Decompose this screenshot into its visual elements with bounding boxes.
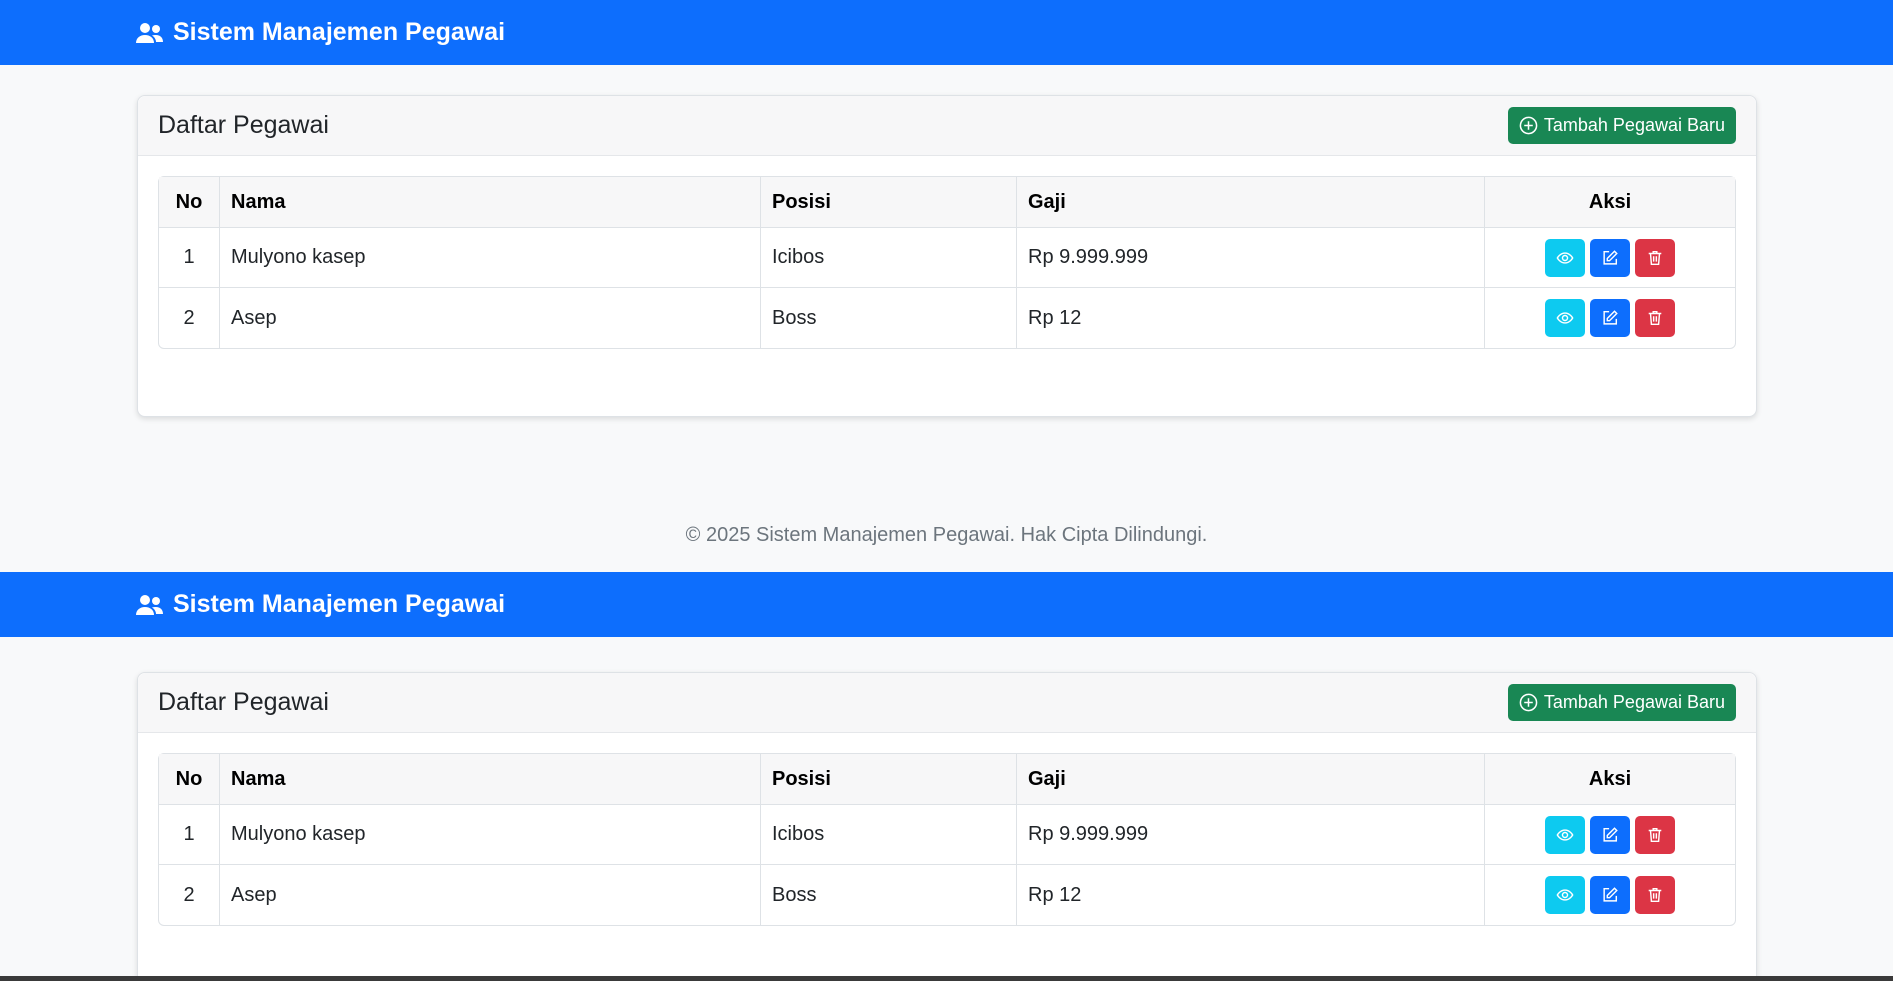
navbar-brand[interactable]: Sistem Manajemen Pegawai: [136, 18, 505, 47]
users-icon: [136, 22, 163, 44]
cell-no: 2: [159, 865, 220, 925]
delete-button[interactable]: [1635, 876, 1675, 914]
cell-nama: Mulyono kasep: [220, 805, 761, 865]
brand-title: Sistem Manajemen Pegawai: [173, 18, 506, 46]
header-no: No: [159, 754, 220, 805]
header-nama: Nama: [220, 754, 761, 805]
navbar: Sistem Manajemen Pegawai: [0, 572, 1893, 637]
edit-button[interactable]: [1590, 238, 1630, 277]
add-employee-label: Tambah Pegawai Baru: [1543, 115, 1725, 135]
cell-aksi: [1485, 865, 1735, 925]
edit-button[interactable]: [1590, 815, 1630, 854]
edit-icon: [1601, 249, 1619, 267]
navbar-brand[interactable]: Sistem Manajemen Pegawai: [136, 590, 505, 619]
window-bottom-edge: [0, 976, 1893, 981]
navbar: Sistem Manajemen Pegawai: [0, 0, 1893, 65]
cell-aksi: [1485, 805, 1735, 865]
employee-table: No Nama Posisi Gaji Aksi 1 Mulyono kasep…: [158, 176, 1736, 349]
table-wrapper: No Nama Posisi Gaji Aksi 1 Mulyono kasep…: [138, 733, 1756, 926]
brand-title: Sistem Manajemen Pegawai: [173, 590, 506, 618]
cell-posisi: Icibos: [761, 805, 1017, 865]
delete-button[interactable]: [1635, 815, 1675, 854]
cell-no: 1: [159, 228, 220, 288]
cell-gaji: Rp 12: [1017, 288, 1485, 348]
card-title: Daftar Pegawai: [158, 111, 329, 139]
header-no: No: [159, 177, 220, 228]
view-button[interactable]: [1545, 815, 1585, 854]
users-icon: [136, 594, 163, 616]
cell-posisi: Boss: [761, 288, 1017, 348]
edit-button[interactable]: [1590, 299, 1630, 337]
cell-gaji: Rp 12: [1017, 865, 1485, 925]
cell-aksi: [1485, 288, 1735, 348]
cell-nama: Asep: [220, 288, 761, 348]
cell-posisi: Icibos: [761, 228, 1017, 288]
employee-card: Daftar Pegawai Tambah Pegawai Baru No Na…: [137, 95, 1757, 417]
page-copy-top: Sistem Manajemen Pegawai Daftar Pegawai …: [0, 0, 1893, 572]
add-employee-label: Tambah Pegawai Baru: [1543, 692, 1725, 712]
plus-circle-icon: [1519, 693, 1538, 712]
add-employee-button[interactable]: Tambah Pegawai Baru: [1507, 107, 1736, 144]
eye-icon: [1556, 886, 1574, 904]
cell-posisi: Boss: [761, 865, 1017, 925]
delete-button[interactable]: [1635, 299, 1675, 337]
trash-icon: [1646, 826, 1664, 844]
cell-gaji: Rp 9.999.999: [1017, 805, 1485, 865]
eye-icon: [1556, 826, 1574, 844]
view-button[interactable]: [1545, 876, 1585, 914]
card-header: Daftar Pegawai Tambah Pegawai Baru: [138, 96, 1756, 156]
edit-button[interactable]: [1590, 876, 1630, 914]
view-button[interactable]: [1545, 299, 1585, 337]
header-aksi: Aksi: [1485, 177, 1735, 228]
cell-aksi: [1485, 228, 1735, 288]
eye-icon: [1556, 249, 1574, 267]
cell-nama: Asep: [220, 865, 761, 925]
page-copy-bottom: Sistem Manajemen Pegawai Daftar Pegawai …: [0, 572, 1893, 981]
plus-circle-icon: [1519, 116, 1538, 135]
trash-icon: [1646, 249, 1664, 267]
delete-button[interactable]: [1635, 238, 1675, 277]
header-gaji: Gaji: [1017, 177, 1485, 228]
table-wrapper: No Nama Posisi Gaji Aksi 1 Mulyono kasep…: [138, 156, 1756, 349]
card-header: Daftar Pegawai Tambah Pegawai Baru: [138, 673, 1756, 733]
trash-icon: [1646, 309, 1664, 327]
table-row: 1 Mulyono kasep Icibos Rp 9.999.999: [159, 228, 1735, 288]
table-header-row: No Nama Posisi Gaji Aksi: [159, 177, 1735, 228]
header-gaji: Gaji: [1017, 754, 1485, 805]
cell-nama: Mulyono kasep: [220, 228, 761, 288]
table-row: 2 Asep Boss Rp 12: [159, 865, 1735, 925]
add-employee-button[interactable]: Tambah Pegawai Baru: [1507, 684, 1736, 721]
footer-copyright: © 2025 Sistem Manajemen Pegawai. Hak Cip…: [685, 524, 1208, 546]
header-posisi: Posisi: [761, 754, 1017, 805]
eye-icon: [1556, 309, 1574, 327]
edit-icon: [1601, 886, 1619, 904]
trash-icon: [1646, 886, 1664, 904]
edit-icon: [1601, 309, 1619, 327]
table-row: 2 Asep Boss Rp 12: [159, 288, 1735, 348]
cell-gaji: Rp 9.999.999: [1017, 228, 1485, 288]
header-nama: Nama: [220, 177, 761, 228]
employee-table: No Nama Posisi Gaji Aksi 1 Mulyono kasep…: [158, 753, 1736, 926]
cell-no: 1: [159, 805, 220, 865]
cell-no: 2: [159, 288, 220, 348]
header-aksi: Aksi: [1485, 754, 1735, 805]
table-row: 1 Mulyono kasep Icibos Rp 9.999.999: [159, 805, 1735, 865]
table-header-row: No Nama Posisi Gaji Aksi: [159, 754, 1735, 805]
card-title: Daftar Pegawai: [158, 688, 329, 716]
view-button[interactable]: [1545, 238, 1585, 277]
edit-icon: [1601, 826, 1619, 844]
employee-card: Daftar Pegawai Tambah Pegawai Baru No Na…: [137, 672, 1757, 981]
header-posisi: Posisi: [761, 177, 1017, 228]
